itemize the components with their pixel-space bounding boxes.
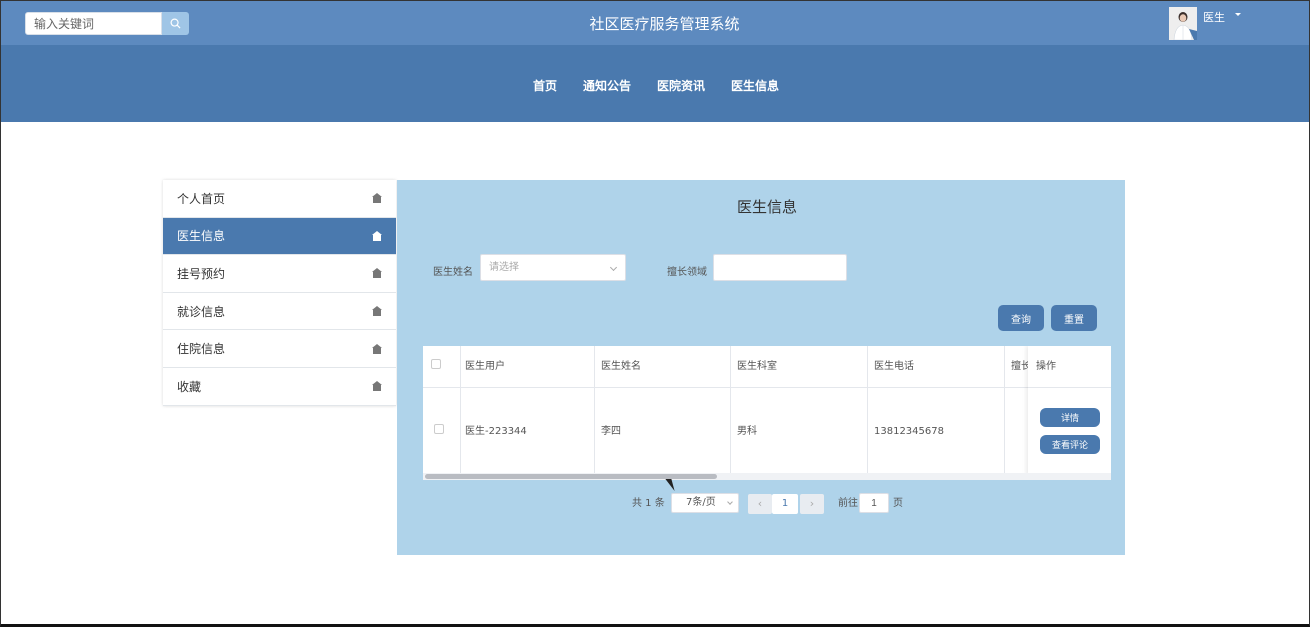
home-icon [372,268,382,279]
doctor-avatar-icon [1169,7,1197,40]
nav-bar: 首页 通知公告 医院资讯 医生信息 [1,45,1309,122]
home-icon [372,306,382,317]
top-bar: 社区医疗服务管理系统 医生 [1,1,1309,45]
site-title: 社区医疗服务管理系统 [589,15,740,33]
nav-item-notices[interactable]: 通知公告 [583,77,631,94]
detail-button[interactable]: 详情 [1040,408,1100,427]
row-checkbox[interactable] [434,424,444,434]
sidebar-item-favorites[interactable]: 收藏 [163,368,396,406]
doctor-table: 医生用户 医生姓名 医生科室 医生电话 擅长 医生-223344 李四 男科 1… [423,346,1111,480]
sidebar-item-appointment[interactable]: 挂号预约 [163,255,396,293]
reset-button[interactable]: 重置 [1051,305,1097,331]
cell-specialty [1007,388,1029,476]
page-title: 医生信息 [736,198,797,216]
sidebar: 个人首页 医生信息 挂号预约 就诊信息 住院信息 收藏 [163,180,396,406]
chevron-down-icon [727,499,733,505]
avatar[interactable] [1169,7,1197,40]
sidebar-item-label: 挂号预约 [177,266,226,281]
cell-user: 医生-223344 [465,426,527,437]
specialty-field[interactable] [713,254,847,281]
page-number-current[interactable]: 1 [772,494,798,514]
column-header-actions: 操作 [1028,346,1111,388]
nav-item-home[interactable]: 首页 [533,77,557,94]
doctor-info-panel: 医生信息 医生姓名 请选择 擅长领域 查询 重置 医生用户 医生姓名 医生科室 … [397,180,1125,555]
next-page-button[interactable]: › [800,494,824,514]
doctor-name-label: 医生姓名 [433,267,473,278]
sidebar-item-doctor-info[interactable]: 医生信息 [163,217,396,256]
nav-item-hospital-news[interactable]: 医院资讯 [657,77,705,94]
doctor-name-select[interactable]: 请选择 [480,254,626,281]
goto-page-input[interactable] [859,493,889,513]
home-icon [372,381,382,392]
sidebar-item-visit-info[interactable]: 就诊信息 [163,293,396,331]
home-icon [372,230,382,241]
table-column-actions: 操作 详情 查看评论 [1028,346,1111,476]
goto-label: 前往 [838,498,858,509]
pagination-total: 共 1 条 [632,498,665,509]
column-header-phone[interactable]: 医生电话 [870,346,1004,388]
view-reviews-button[interactable]: 查看评论 [1040,435,1100,454]
sidebar-item-label: 住院信息 [177,342,226,357]
column-header-department[interactable]: 医生科室 [733,346,867,388]
cell-name: 李四 [601,426,621,437]
chevron-down-icon[interactable] [1235,13,1241,16]
sidebar-item-label: 医生信息 [177,229,226,244]
select-all-checkbox[interactable] [431,359,441,369]
sidebar-item-personal-home[interactable]: 个人首页 [163,180,396,218]
page-size-select[interactable]: 7条/页 [671,493,739,513]
nav-menu: 首页 通知公告 医院资讯 医生信息 [1,77,1310,94]
prev-page-button[interactable]: ‹ [748,494,772,514]
sidebar-item-label: 收藏 [177,379,202,394]
nav-item-doctor-info[interactable]: 医生信息 [731,77,779,94]
home-icon [372,343,382,354]
user-name[interactable]: 医生 [1203,9,1225,25]
column-header-name[interactable]: 医生姓名 [597,346,731,388]
home-icon [372,193,382,204]
horizontal-scrollbar[interactable] [423,473,1111,480]
sidebar-item-label: 就诊信息 [177,304,226,319]
cell-department: 男科 [737,426,757,437]
cell-phone: 13812345678 [874,426,944,437]
sidebar-item-hospitalization[interactable]: 住院信息 [163,330,396,368]
chevron-down-icon [609,263,618,272]
scrollbar-thumb[interactable] [425,474,717,479]
sidebar-item-label: 个人首页 [177,191,226,206]
specialty-label: 擅长领域 [667,267,707,278]
column-header-user[interactable]: 医生用户 [461,346,595,388]
page-suffix-label: 页 [893,498,903,509]
page-size-value: 7条/页 [686,497,716,508]
query-button[interactable]: 查询 [998,305,1044,331]
doctor-name-select-placeholder: 请选择 [489,262,519,273]
